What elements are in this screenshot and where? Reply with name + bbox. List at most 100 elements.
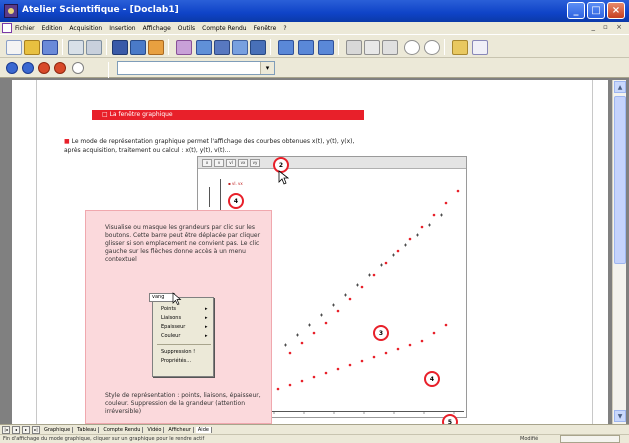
menu-divider <box>157 344 211 345</box>
menu-item-suppression[interactable]: Suppression ! <box>161 349 195 355</box>
mouse-cursor-icon <box>278 170 290 185</box>
tab-afficheur[interactable]: Afficheur <box>166 426 194 433</box>
page-margin-left <box>36 80 37 424</box>
acquisition-icon[interactable] <box>112 40 128 55</box>
series-dark-crosses <box>284 213 443 347</box>
scroll-thumb[interactable] <box>614 96 626 264</box>
callout-badge-4a: 4 <box>228 193 244 209</box>
print-preview-icon[interactable] <box>86 40 102 55</box>
callout-badge-4b: 4 <box>424 371 440 387</box>
tangent-icon[interactable] <box>232 40 248 55</box>
menu-fichier[interactable]: Fichier <box>15 25 35 32</box>
window-title: Atelier Scientifique - [Doclab1] <box>22 5 179 15</box>
menu-outils[interactable]: Outils <box>178 25 195 32</box>
monitor-icon[interactable] <box>318 40 334 55</box>
page-margin-right <box>592 80 593 424</box>
intro-line-1: Le mode de représentation graphique perm… <box>71 138 355 145</box>
secondary-toolbar: ▾ <box>0 58 629 78</box>
last-tab-icon[interactable]: ▸| <box>32 425 40 434</box>
document-tabs: |◂ ◂ ▸ ▸| Graphique Tableau Compte Rendu… <box>0 424 629 434</box>
status-field <box>560 435 620 443</box>
menu-acquisition[interactable]: Acquisition <box>69 25 102 32</box>
title-bar: Atelier Scientifique - [Doclab1] _ □ × <box>0 0 629 22</box>
help-panel: Visualise ou masque les grandeurs par cl… <box>85 210 272 424</box>
maximize-button[interactable]: □ <box>587 2 605 19</box>
graph-icon[interactable] <box>176 40 192 55</box>
intro-line-2: après acquisition, traitement ou calcul … <box>64 147 231 154</box>
menu-item-epaisseur[interactable]: Epaisseur <box>161 324 208 330</box>
zoom-icon[interactable] <box>250 40 266 55</box>
save-icon[interactable] <box>42 40 58 55</box>
vertical-scrollbar[interactable]: ▲ ▼ <box>612 80 626 424</box>
mdi-controls[interactable]: _ ▫ × <box>591 23 625 31</box>
menu-item-liaisons[interactable]: Liaisons <box>161 315 208 321</box>
processing-icon[interactable] <box>130 40 146 55</box>
back-icon[interactable] <box>6 62 18 74</box>
menu-item-points[interactable]: Points <box>161 306 208 312</box>
app-icon[interactable] <box>4 4 18 18</box>
help-text-buttons: Visualise ou masque les grandeurs par cl… <box>105 224 261 263</box>
menu-fenetre[interactable]: Fenêtre <box>254 25 277 32</box>
menu-help[interactable]: ? <box>283 25 286 32</box>
toolbar-separator <box>270 39 271 55</box>
menu-bar: Fichier Edition Acquisition Insertion Af… <box>0 22 629 34</box>
menu-insertion[interactable]: Insertion <box>109 25 135 32</box>
cut-icon[interactable] <box>346 40 362 55</box>
print-icon[interactable] <box>68 40 84 55</box>
bullet-icon: ■ <box>64 138 70 145</box>
chevron-down-icon[interactable]: ▾ <box>260 62 274 74</box>
cursor-icon[interactable] <box>214 40 230 55</box>
redo-icon[interactable] <box>424 40 440 55</box>
tab-tableau[interactable]: Tableau <box>75 426 100 433</box>
toolbar-separator <box>338 39 339 55</box>
tools-icon[interactable] <box>452 40 468 55</box>
menu-compte-rendu[interactable]: Compte Rendu <box>202 25 246 32</box>
y-axis-marker <box>209 187 211 207</box>
home-icon[interactable] <box>38 62 50 74</box>
copy-icon[interactable] <box>364 40 380 55</box>
first-tab-icon[interactable]: |◂ <box>2 425 10 434</box>
paste-icon[interactable] <box>382 40 398 55</box>
forward-icon[interactable] <box>22 62 34 74</box>
status-message: Fin d'affichage du mode graphique, cliqu… <box>3 436 205 442</box>
address-combo[interactable]: ▾ <box>117 61 275 75</box>
refresh-icon[interactable] <box>72 62 84 74</box>
toolbar-separator <box>108 62 109 78</box>
context-menu: vang Points Liaisons Epaisseur Couleur S… <box>149 293 214 377</box>
toolbar-separator <box>168 39 169 55</box>
section-title-banner: □ La fenêtre graphique <box>92 110 364 120</box>
model-icon[interactable] <box>148 40 164 55</box>
tab-video[interactable]: Vidéo <box>145 426 165 433</box>
menu-edition[interactable]: Edition <box>42 25 63 32</box>
document-icon[interactable] <box>2 23 12 33</box>
open-folder-icon[interactable] <box>24 40 40 55</box>
close-button[interactable]: × <box>607 2 625 19</box>
tab-graphique[interactable]: Graphique <box>42 426 74 433</box>
menu-item-couleur[interactable]: Couleur <box>161 333 209 339</box>
main-toolbar <box>0 34 629 58</box>
scroll-up-icon[interactable]: ▲ <box>614 81 626 93</box>
new-document-icon[interactable] <box>6 40 22 55</box>
help-text-style: Style de représentation : points, liaiso… <box>105 392 261 415</box>
stop-icon[interactable] <box>54 62 66 74</box>
screen-icon[interactable] <box>278 40 294 55</box>
toolbar-separator <box>62 39 63 55</box>
display-icon[interactable] <box>298 40 314 55</box>
table-icon[interactable] <box>196 40 212 55</box>
undo-icon[interactable] <box>404 40 420 55</box>
scroll-down-icon[interactable]: ▼ <box>614 410 626 422</box>
x-axis-ticks <box>243 411 455 414</box>
tab-compte-rendu[interactable]: Compte Rendu <box>101 426 144 433</box>
status-cell-label: Modifié <box>520 436 539 442</box>
tab-aide[interactable]: Aide <box>195 426 212 433</box>
toolbar-separator <box>106 39 107 55</box>
menu-item-proprietes[interactable]: Propriétés... <box>161 358 191 364</box>
intro-text: ■ Le mode de représentation graphique pe… <box>64 137 404 155</box>
menu-affichage[interactable]: Affichage <box>143 25 171 32</box>
prev-tab-icon[interactable]: ◂ <box>12 425 20 434</box>
series-red-dots <box>276 189 460 391</box>
next-tab-icon[interactable]: ▸ <box>22 425 30 434</box>
signal-icon[interactable] <box>472 40 488 55</box>
minimize-button[interactable]: _ <box>567 2 585 19</box>
section-title: □ La fenêtre graphique <box>102 111 173 118</box>
